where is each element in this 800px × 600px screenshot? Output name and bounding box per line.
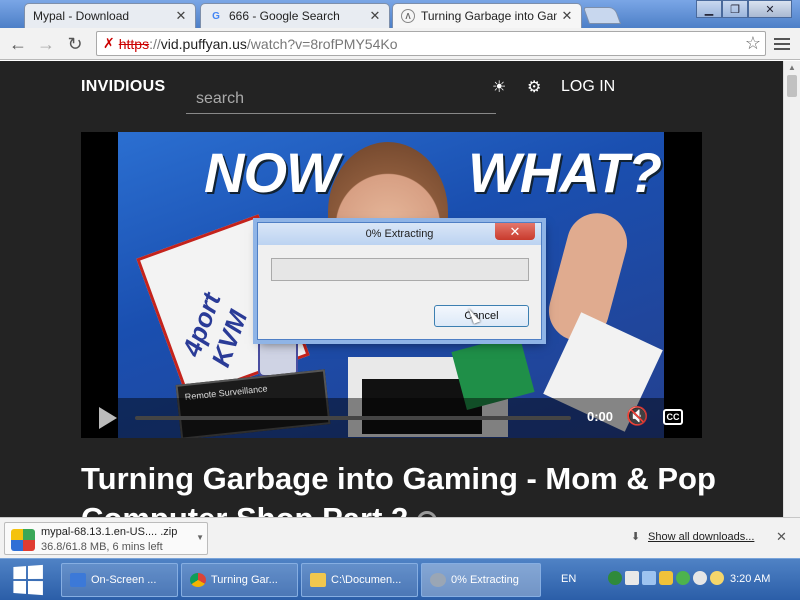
- scrollbar-thumb[interactable]: [787, 75, 797, 97]
- tab-close-icon[interactable]: ✕: [175, 8, 187, 24]
- extract-icon: [430, 573, 446, 587]
- search-input[interactable]: search: [186, 85, 496, 114]
- site-logo[interactable]: INVIDIOUS: [81, 78, 166, 96]
- volume-icon[interactable]: [693, 571, 707, 585]
- back-icon[interactable]: ←: [6, 32, 30, 56]
- url-separator: ://: [149, 35, 161, 52]
- video-controls: 0:00 🔇 CC: [81, 398, 702, 438]
- tab-strip: Mypal - Download ✕ G 666 - Google Search…: [0, 0, 800, 28]
- page-scrollbar[interactable]: ▲: [783, 61, 800, 517]
- clock[interactable]: 3:20 AM: [730, 573, 770, 585]
- tab-mypal-download[interactable]: Mypal - Download ✕: [24, 3, 196, 28]
- taskbar-item-extracting[interactable]: 0% Extracting: [421, 563, 541, 597]
- extracting-dialog: 0% Extracting ✕ Cancel: [257, 222, 542, 340]
- extract-progress-bar: [271, 258, 529, 281]
- address-bar[interactable]: ✗ https :// vid.puffyan.us /watch?v=8rof…: [96, 31, 766, 56]
- download-arrow-icon: ⬇: [631, 531, 641, 543]
- smiley-icon[interactable]: [710, 571, 724, 585]
- captions-icon[interactable]: CC: [663, 409, 683, 425]
- download-item[interactable]: mypal-68.13.1.en-US.... .zip 36.8/61.8 M…: [4, 522, 208, 555]
- taskbar-item-label: 0% Extracting: [451, 574, 519, 586]
- start-windows-icon[interactable]: [13, 564, 43, 596]
- new-tab-button[interactable]: [582, 7, 622, 24]
- scroll-up-icon[interactable]: ▲: [788, 63, 796, 72]
- bookmark-star-icon[interactable]: ☆: [745, 33, 761, 54]
- tab-google-search[interactable]: G 666 - Google Search ✕: [200, 3, 390, 28]
- url-host: vid.puffyan.us: [160, 35, 247, 52]
- keyboard-icon: [70, 573, 86, 587]
- taskbar-item-browser[interactable]: Turning Gar...: [181, 563, 298, 597]
- thumbnail-gadget: [258, 337, 298, 377]
- taskbar-item-explorer[interactable]: C:\Documen...: [301, 563, 418, 597]
- display-icon[interactable]: [642, 571, 656, 585]
- download-status: 36.8/61.8 MB, 6 mins left: [41, 541, 163, 553]
- dialog-close-icon[interactable]: ✕: [495, 223, 535, 240]
- tab-label: 666 - Google Search: [229, 9, 340, 23]
- settings-gear-icon[interactable]: ⚙: [527, 77, 541, 97]
- dialog-titlebar[interactable]: 0% Extracting ✕: [258, 223, 541, 245]
- url-path: /watch?v=8rofPMY54Ko: [246, 35, 398, 52]
- taskbar-item-label: On-Screen ...: [91, 574, 157, 586]
- tab-label: Mypal - Download: [33, 9, 130, 23]
- menu-icon[interactable]: [772, 34, 792, 54]
- folder-icon: [310, 573, 326, 587]
- thumbnail-text-now: NOW: [204, 141, 339, 204]
- invidious-icon: Λ: [401, 9, 415, 23]
- tab-close-icon[interactable]: ✕: [369, 8, 381, 24]
- forward-icon[interactable]: →: [34, 32, 58, 56]
- show-all-downloads-link[interactable]: Show all downloads...: [648, 531, 754, 543]
- insecure-lock-icon[interactable]: ✗: [103, 35, 115, 52]
- reload-icon[interactable]: ↻: [63, 32, 87, 56]
- chrome-icon: [190, 573, 206, 587]
- chevron-down-icon[interactable]: ▼: [196, 533, 204, 542]
- video-title: Turning Garbage into Gaming - Mom & Pop …: [81, 459, 721, 517]
- shield-icon[interactable]: [659, 571, 673, 585]
- shelf-close-icon[interactable]: ✕: [776, 529, 787, 545]
- download-shelf: mypal-68.13.1.en-US.... .zip 36.8/61.8 M…: [0, 517, 800, 558]
- theme-toggle-icon[interactable]: ☀: [492, 77, 506, 97]
- mute-icon[interactable]: 🔇: [626, 406, 648, 427]
- video-time: 0:00: [587, 409, 614, 424]
- taskbar-item-onscreen-keyboard[interactable]: On-Screen ...: [61, 563, 178, 597]
- download-filename: mypal-68.13.1.en-US.... .zip: [41, 526, 178, 538]
- thumbnail-text-what: WHAT?: [468, 141, 662, 204]
- taskbar-item-label: Turning Gar...: [211, 574, 278, 586]
- window-close-icon[interactable]: ✕: [748, 0, 792, 18]
- minimize-icon[interactable]: ▁: [696, 0, 722, 18]
- tab-label: Turning Garbage into Gaming: [421, 9, 557, 23]
- cancel-button[interactable]: Cancel: [434, 305, 529, 327]
- tab-close-icon[interactable]: ✕: [561, 8, 573, 24]
- people-icon[interactable]: [676, 571, 690, 585]
- tab-turning-garbage[interactable]: Λ Turning Garbage into Gaming ✕: [392, 3, 582, 28]
- browser-toolbar: ← → ↻ ✗ https :// vid.puffyan.us /watch?…: [0, 28, 800, 60]
- network-globe-icon[interactable]: [608, 571, 622, 585]
- taskbar-item-label: C:\Documen...: [331, 574, 402, 586]
- play-icon[interactable]: [99, 407, 117, 429]
- login-link[interactable]: LOG IN: [561, 78, 615, 96]
- system-tray: [608, 571, 724, 585]
- tray-app-icon[interactable]: [625, 571, 639, 585]
- video-title-text: Turning Garbage into Gaming - Mom & Pop …: [81, 461, 716, 517]
- url-protocol: https: [118, 35, 150, 52]
- google-icon: G: [212, 10, 220, 22]
- archive-file-icon: [11, 529, 35, 551]
- restore-icon[interactable]: ❐: [722, 0, 748, 18]
- taskbar: On-Screen ... Turning Gar... C:\Documen.…: [0, 558, 800, 600]
- language-indicator[interactable]: EN: [561, 573, 576, 585]
- window-controls: ▁ ❐ ✕: [696, 0, 792, 18]
- video-progress-bar[interactable]: [135, 416, 571, 420]
